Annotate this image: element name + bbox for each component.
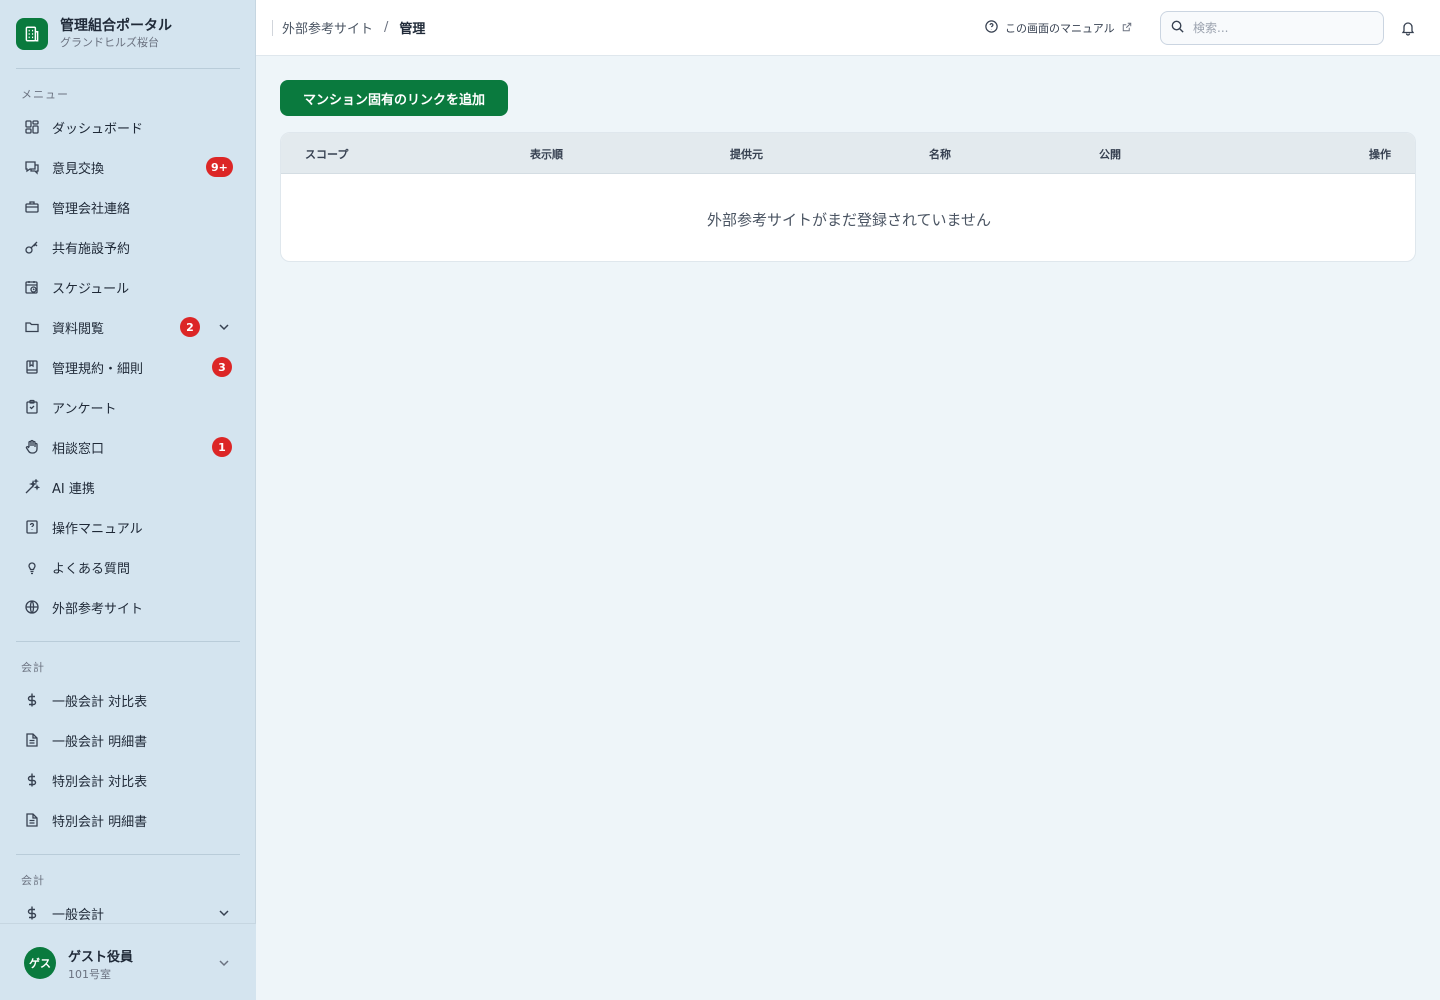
sidebar-item-general-comparison[interactable]: 一般会計 対比表 — [16, 682, 240, 718]
key-icon — [24, 239, 40, 255]
folder-icon — [24, 319, 40, 335]
sidebar-item-ai[interactable]: AI 連携 — [16, 469, 240, 505]
sidebar-item-discussion[interactable]: 意見交換 9+ — [16, 149, 240, 185]
avatar: ゲス — [24, 947, 56, 979]
breadcrumb-item-external-sites[interactable]: 外部参考サイト — [282, 18, 373, 37]
sidebar-item-label: 一般会計 — [52, 907, 105, 923]
notification-badge: 3 — [212, 357, 232, 377]
lightbulb-icon — [24, 559, 40, 575]
sidebar-item-label: ダッシュボード — [52, 121, 144, 137]
notification-badge: 2 — [180, 317, 200, 337]
chat-icon — [24, 159, 40, 175]
manual-icon — [24, 519, 40, 535]
add-link-button[interactable]: マンション固有のリンクを追加 — [280, 80, 508, 116]
sidebar-item-survey[interactable]: アンケート — [16, 389, 240, 425]
sidebar-divider — [16, 641, 240, 642]
sidebar-item-label: 相談窓口 — [52, 441, 105, 457]
breadcrumb: 外部参考サイト / 管理 — [272, 18, 425, 37]
sidebar-item-special-statement[interactable]: 特別会計 明細書 — [16, 802, 240, 838]
dollar-icon — [24, 692, 40, 708]
book-icon — [24, 359, 40, 375]
brand-subtitle: グランドヒルズ桜台 — [60, 36, 159, 49]
sidebar-item-label: 操作マニュアル — [52, 521, 143, 537]
briefcase-icon — [24, 199, 40, 215]
external-link-icon — [1121, 21, 1133, 36]
sidebar-item-schedule[interactable]: スケジュール — [16, 269, 240, 305]
bell-icon[interactable] — [1400, 20, 1416, 36]
search-input[interactable] — [1193, 21, 1373, 35]
section-label-menu: メニュー — [21, 88, 69, 101]
dollar-icon — [24, 772, 40, 788]
search-box[interactable] — [1160, 11, 1384, 45]
sidebar-divider — [16, 68, 240, 69]
column-header-public[interactable]: 公開 — [1099, 146, 1121, 162]
calendar-clock-icon — [24, 279, 40, 295]
sidebar-item-manual[interactable]: 操作マニュアル — [16, 509, 240, 545]
hand-icon — [24, 439, 40, 455]
dashboard-icon — [24, 119, 40, 135]
sidebar-item-label: 意見交換 — [52, 161, 105, 177]
sidebar-item-label: スケジュール — [52, 281, 130, 297]
globe-icon — [24, 599, 40, 615]
brand-title: 管理組合ポータル — [60, 18, 172, 34]
user-room: 101号室 — [68, 968, 111, 981]
user-menu[interactable]: ゲス ゲスト役員 101号室 — [0, 923, 256, 1000]
sidebar-item-label: 外部参考サイト — [52, 601, 144, 617]
building-icon — [16, 17, 48, 50]
column-header-actions: 操作 — [1369, 148, 1391, 161]
sidebar-item-label: 一般会計 対比表 — [52, 694, 148, 710]
table-header: スコープ 表示順 提供元 名称 公開 操作 — [281, 133, 1415, 174]
column-header-provider[interactable]: 提供元 — [730, 146, 763, 162]
user-name: ゲスト役員 — [68, 950, 134, 965]
section-label-accounting: 会計 — [21, 661, 45, 674]
sidebar-item-special-comparison[interactable]: 特別会計 対比表 — [16, 762, 240, 798]
sidebar-item-consultation[interactable]: 相談窓口 1 — [16, 429, 240, 465]
column-header-name[interactable]: 名称 — [929, 146, 951, 162]
brand[interactable]: 管理組合ポータル グランドヒルズ桜台 — [16, 17, 172, 50]
external-sites-table: スコープ 表示順 提供元 名称 公開 操作 外部参考サイトがまだ登録されていませ… — [280, 132, 1416, 262]
breadcrumb-separator: / — [384, 20, 389, 35]
sidebar-item-label: 特別会計 対比表 — [52, 774, 148, 790]
breadcrumb-divider — [272, 19, 273, 36]
sidebar-item-label: 資料閲覧 — [52, 321, 105, 337]
screen-manual-link[interactable]: この画面のマニュアル — [984, 19, 1133, 37]
sidebar-item-label: AI 連携 — [52, 481, 95, 497]
chevron-down-icon[interactable] — [216, 905, 232, 921]
document-icon — [24, 732, 40, 748]
empty-state-message: 外部参考サイトがまだ登録されていません — [706, 211, 992, 229]
sidebar-item-label: 特別会計 明細書 — [52, 814, 148, 830]
document-icon — [24, 812, 40, 828]
sidebar-item-label: 管理規約・細則 — [52, 361, 144, 377]
sidebar: 管理組合ポータル グランドヒルズ桜台 メニュー ダッシュボード 意見交換 9+ … — [0, 0, 256, 1000]
notification-badge: 9+ — [206, 157, 233, 177]
column-header-scope[interactable]: スコープ — [305, 146, 348, 162]
clipboard-icon — [24, 399, 40, 415]
top-header: 外部参考サイト / 管理 この画面のマニュアル — [256, 0, 1440, 56]
sidebar-item-documents[interactable]: 資料閲覧 2 — [16, 309, 240, 345]
notification-badge: 1 — [212, 437, 232, 457]
sidebar-item-facility-booking[interactable]: 共有施設予約 — [16, 229, 240, 265]
help-circle-icon — [984, 19, 999, 37]
search-icon — [1170, 19, 1185, 38]
section-label-accounting-2: 会計 — [21, 874, 45, 887]
dollar-icon — [24, 905, 40, 921]
sparkle-icon — [24, 479, 40, 495]
chevron-down-icon[interactable] — [216, 319, 232, 335]
manual-link-label: この画面のマニュアル — [1005, 22, 1115, 35]
column-header-order[interactable]: 表示順 — [530, 146, 563, 162]
sidebar-item-bylaws[interactable]: 管理規約・細則 3 — [16, 349, 240, 385]
sidebar-item-external-sites[interactable]: 外部参考サイト — [16, 589, 240, 625]
chevron-down-icon[interactable] — [216, 955, 232, 971]
sidebar-divider — [16, 854, 240, 855]
breadcrumb-item-admin: 管理 — [399, 22, 426, 37]
sidebar-item-general-statement[interactable]: 一般会計 明細書 — [16, 722, 240, 758]
sidebar-item-label: よくある質問 — [52, 561, 131, 577]
sidebar-item-management-company[interactable]: 管理会社連絡 — [16, 189, 240, 225]
sidebar-item-faq[interactable]: よくある質問 — [16, 549, 240, 585]
sidebar-item-label: 一般会計 明細書 — [52, 734, 148, 750]
sidebar-item-label: 共有施設予約 — [52, 241, 131, 257]
sidebar-item-label: アンケート — [52, 401, 117, 417]
sidebar-item-label: 管理会社連絡 — [52, 201, 131, 217]
sidebar-item-dashboard[interactable]: ダッシュボード — [16, 109, 240, 145]
